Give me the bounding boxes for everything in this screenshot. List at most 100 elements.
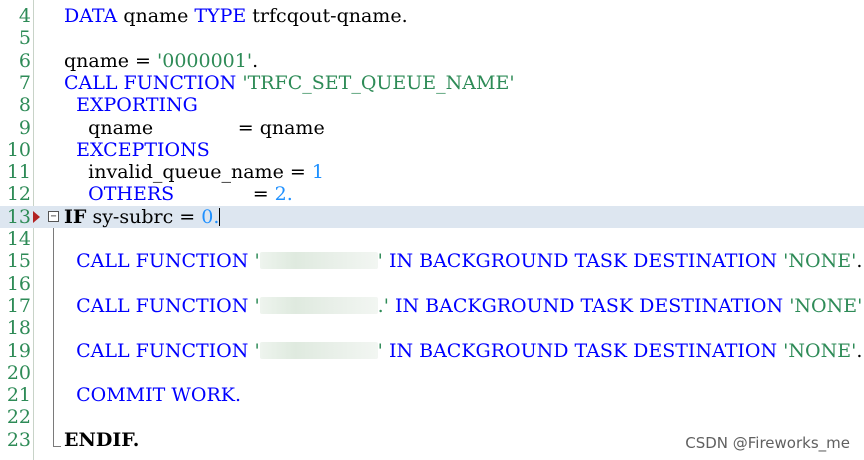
string-literal: 'TRFC_SET_QUEUE_NAME' bbox=[242, 71, 515, 94]
code-editor[interactable]: 4 DATA qname TYPE trfcqout-qname. 5 6 qn… bbox=[0, 0, 864, 460]
code-text[interactable]: COMMIT WORK. bbox=[64, 384, 241, 406]
line-number: 13 bbox=[6, 205, 31, 228]
line-number: 23 bbox=[6, 428, 31, 451]
operator: = bbox=[179, 205, 196, 228]
watermark: CSDN @Fireworks_me bbox=[685, 434, 850, 452]
code-text[interactable]: CALL FUNCTION ' ' IN BACKGROUND TASK DEST… bbox=[64, 340, 862, 362]
keyword: IN BACKGROUND TASK DESTINATION bbox=[388, 339, 778, 362]
code-text[interactable]: qname = qname bbox=[64, 117, 325, 139]
line-number: 11 bbox=[6, 161, 31, 184]
code-line[interactable]: 10 EXCEPTIONS bbox=[0, 139, 864, 161]
line-number: 21 bbox=[6, 384, 31, 407]
line-number: 19 bbox=[6, 339, 31, 362]
line-number: 4 bbox=[18, 5, 31, 27]
keyword: WORK bbox=[171, 384, 235, 407]
code-line[interactable]: 14 bbox=[0, 228, 864, 250]
line-number: 9 bbox=[18, 116, 31, 139]
keyword: FUNCTION bbox=[135, 294, 249, 317]
period: . bbox=[856, 339, 863, 362]
code-text[interactable]: DATA qname TYPE trfcqout-qname. bbox=[64, 5, 408, 27]
period: . bbox=[856, 250, 863, 273]
operator: = bbox=[135, 49, 151, 72]
code-line-current[interactable]: 13 − IF sy-subrc = 0. bbox=[0, 205, 864, 228]
operator: = bbox=[252, 183, 269, 206]
identifier: sy-subrc bbox=[92, 205, 174, 228]
keyword: IF bbox=[64, 205, 87, 228]
line-number: 12 bbox=[6, 183, 31, 206]
number-literal: 2 bbox=[274, 183, 287, 206]
code-text[interactable]: ENDIF. bbox=[64, 429, 139, 451]
line-number: 20 bbox=[6, 361, 31, 384]
code-text[interactable]: CALL FUNCTION 'TRFC_SET_QUEUE_NAME' bbox=[64, 72, 515, 94]
code-text[interactable]: invalid_queue_name = 1 bbox=[64, 161, 324, 183]
code-line[interactable]: 21 COMMIT WORK. bbox=[0, 384, 864, 406]
redacted-function-name bbox=[259, 252, 378, 270]
string-literal: 'NONE' bbox=[789, 294, 863, 317]
breakpoint-arrow-icon[interactable] bbox=[33, 210, 40, 223]
code-text[interactable]: CALL FUNCTION ' ' IN BACKGROUND TASK DEST… bbox=[64, 250, 862, 272]
line-number: 16 bbox=[6, 272, 31, 295]
code-text[interactable]: CALL FUNCTION ' .' IN BACKGROUND TASK DES… bbox=[64, 295, 864, 317]
keyword: FUNCTION bbox=[135, 339, 249, 362]
keyword: IN BACKGROUND TASK DESTINATION bbox=[394, 294, 784, 317]
redacted-function-name bbox=[259, 296, 378, 314]
code-text[interactable]: qname = '0000001'. bbox=[64, 50, 258, 72]
code-line[interactable]: 4 DATA qname TYPE trfcqout-qname. bbox=[0, 5, 864, 27]
code-line[interactable]: 19 CALL FUNCTION ' ' IN BACKGROUND TASK D… bbox=[0, 340, 864, 362]
redacted-function-name bbox=[259, 341, 378, 359]
string-quote: ' bbox=[254, 339, 260, 362]
line-number: 18 bbox=[6, 317, 31, 340]
identifier: trfcqout-qname. bbox=[252, 5, 408, 27]
code-line[interactable]: 20 bbox=[0, 362, 864, 384]
line-number: 5 bbox=[18, 27, 31, 50]
string-quote: ' bbox=[377, 250, 383, 273]
line-number: 14 bbox=[6, 228, 31, 250]
number-literal: 0 bbox=[201, 205, 214, 228]
code-line[interactable]: 9 qname = qname bbox=[0, 117, 864, 139]
keyword: ENDIF bbox=[64, 428, 133, 451]
code-line[interactable]: 17 CALL FUNCTION ' .' IN BACKGROUND TASK … bbox=[0, 295, 864, 317]
code-line[interactable]: 5 bbox=[0, 27, 864, 49]
identifier: qname bbox=[259, 116, 325, 139]
code-line[interactable]: 22 bbox=[0, 406, 864, 428]
code-line[interactable]: 11 invalid_queue_name = 1 bbox=[0, 161, 864, 183]
line-number: 7 bbox=[18, 71, 31, 94]
keyword: EXPORTING bbox=[76, 94, 198, 117]
code-line[interactable]: 15 CALL FUNCTION ' ' IN BACKGROUND TASK D… bbox=[0, 250, 864, 272]
string-quote: ' bbox=[254, 250, 260, 273]
identifier: qname bbox=[123, 5, 189, 27]
string-quote: ' bbox=[377, 339, 383, 362]
period: . bbox=[234, 384, 241, 407]
line-number: 15 bbox=[6, 250, 31, 273]
keyword: COMMIT bbox=[76, 384, 166, 407]
keyword: CALL bbox=[76, 250, 130, 273]
keyword: FUNCTION bbox=[123, 71, 237, 94]
identifier: qname bbox=[88, 116, 154, 139]
code-line[interactable]: 7 CALL FUNCTION 'TRFC_SET_QUEUE_NAME' bbox=[0, 72, 864, 94]
string-literal: 'NONE' bbox=[783, 250, 857, 273]
line-number: 10 bbox=[6, 138, 31, 161]
period: . bbox=[286, 183, 293, 206]
code-line[interactable]: 16 bbox=[0, 273, 864, 295]
operator: = bbox=[289, 161, 306, 184]
keyword: EXCEPTIONS bbox=[76, 138, 210, 161]
keyword: OTHERS bbox=[88, 183, 175, 206]
code-line[interactable]: 12 OTHERS = 2. bbox=[0, 183, 864, 205]
operator: = bbox=[237, 116, 254, 139]
code-text[interactable]: OTHERS = 2. bbox=[64, 183, 293, 205]
code-line[interactable]: 6 qname = '0000001'. bbox=[0, 50, 864, 72]
keyword: TYPE bbox=[194, 5, 247, 27]
code-text[interactable]: EXCEPTIONS bbox=[64, 139, 210, 161]
code-text[interactable]: EXPORTING bbox=[64, 94, 198, 116]
string-quote: .' bbox=[377, 294, 389, 317]
keyword: CALL bbox=[76, 339, 130, 362]
fold-toggle-icon[interactable]: − bbox=[48, 210, 59, 222]
code-line[interactable]: 8 EXPORTING bbox=[0, 94, 864, 116]
keyword: IN BACKGROUND TASK DESTINATION bbox=[388, 250, 778, 273]
code-line[interactable]: 18 bbox=[0, 317, 864, 339]
code-text[interactable]: IF sy-subrc = 0. bbox=[64, 205, 221, 228]
identifier: qname bbox=[64, 49, 129, 72]
string-literal: '0000001' bbox=[157, 49, 253, 72]
keyword: DATA bbox=[64, 5, 118, 27]
keyword: FUNCTION bbox=[135, 250, 249, 273]
